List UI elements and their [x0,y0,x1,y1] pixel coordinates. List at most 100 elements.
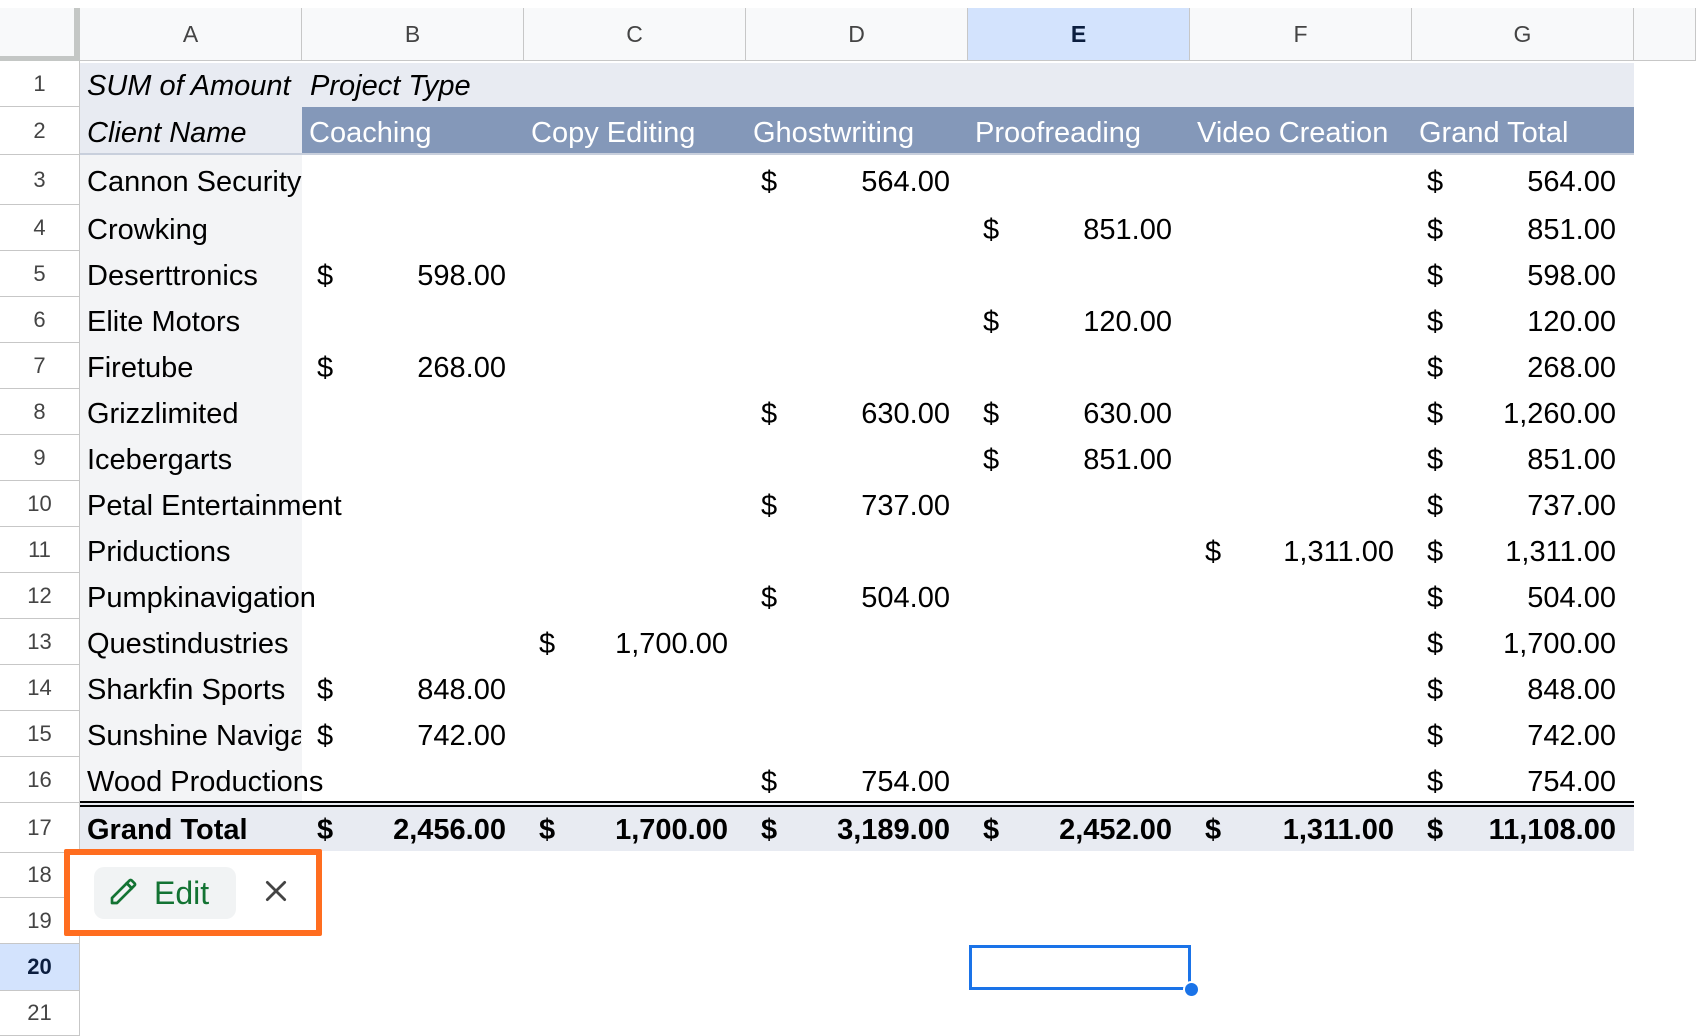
row-header-3[interactable]: 3 [0,155,80,205]
amount-value: 598.00 [1527,259,1616,292]
amount-value: 564.00 [1527,165,1616,198]
client-name: Cannon Security [87,165,302,198]
currency-symbol: $ [317,259,334,292]
fill-handle[interactable] [1183,981,1200,998]
currency-symbol: $ [761,765,778,798]
currency-symbol: $ [761,581,778,614]
client-name: Elite Motors [87,305,241,338]
currency-symbol: $ [539,627,556,660]
row-header-7[interactable]: 7 [0,343,80,389]
amount-value: 742.00 [1527,719,1616,752]
project-type-header: Proofreading [975,116,1142,149]
row-header-21[interactable]: 21 [0,991,80,1036]
selected-cell-outline [969,945,1191,990]
currency-symbol: $ [983,213,1000,246]
row-label-header: Client Name [87,116,247,149]
currency-symbol: $ [1427,627,1444,660]
column-header-a[interactable]: A [80,8,302,61]
currency-symbol: $ [761,813,778,846]
currency-symbol: $ [317,673,334,706]
grand-total-rule-1 [80,801,1634,803]
column-header-b[interactable]: B [302,8,524,61]
amount-value: 1,311.00 [1505,535,1616,568]
row-header-13[interactable]: 13 [0,619,80,665]
currency-symbol: $ [1427,581,1444,614]
amount-value: 598.00 [417,259,506,292]
row-header-14[interactable]: 14 [0,665,80,711]
currency-symbol: $ [1427,535,1444,568]
currency-symbol: $ [1427,489,1444,522]
client-name: Priductions [87,535,231,568]
amount-value: 737.00 [861,489,950,522]
project-type-header: Coaching [309,116,432,149]
currency-symbol: $ [983,813,1000,846]
currency-symbol: $ [1427,351,1444,384]
currency-symbol: $ [317,813,334,846]
row-header-2[interactable]: 2 [0,107,80,155]
row-header-16[interactable]: 16 [0,757,80,803]
row-header-17[interactable]: 17 [0,803,80,853]
amount-value: 848.00 [1527,673,1616,706]
amount-value: 851.00 [1527,213,1616,246]
grand-total-value: 11,108.00 [1488,813,1616,846]
amount-value: 120.00 [1527,305,1616,338]
amount-value: 1,311.00 [1283,535,1394,568]
pivot-title-sum: SUM of Amount [87,69,291,102]
grand-total-value: 1,311.00 [1282,813,1394,846]
amount-value: 848.00 [417,673,506,706]
currency-symbol: $ [761,165,778,198]
row-header-6[interactable]: 6 [0,297,80,343]
grand-total-value: 1,700.00 [615,813,728,846]
row-header-11[interactable]: 11 [0,527,80,573]
currency-symbol: $ [1427,443,1444,476]
currency-symbol: $ [983,443,1000,476]
column-header-c[interactable]: C [524,8,746,61]
row-header-15[interactable]: 15 [0,711,80,757]
row-header-9[interactable]: 9 [0,435,80,481]
client-name: Firetube [87,351,194,384]
amount-value: 754.00 [861,765,950,798]
row-header-12[interactable]: 12 [0,573,80,619]
amount-value: 851.00 [1083,443,1172,476]
edit-pivot-button[interactable]: Edit [94,867,236,919]
client-name: Wood Productions [87,765,324,798]
grand-total-value: 3,189.00 [837,813,950,846]
row-header-20[interactable]: 20 [0,944,80,991]
currency-symbol: $ [1427,397,1444,430]
client-name: Deserttronics [87,259,258,292]
row-header-10[interactable]: 10 [0,481,80,527]
amount-value: 737.00 [1527,489,1616,522]
currency-symbol: $ [1205,813,1222,846]
currency-symbol: $ [761,397,778,430]
client-name: Petal Entertainment [87,489,342,522]
row-header-1[interactable]: 1 [0,61,80,107]
column-header-e[interactable]: E [968,8,1190,61]
amount-value: 630.00 [1083,397,1172,430]
amount-value: 1,260.00 [1503,397,1616,430]
row-header-5[interactable]: 5 [0,251,80,297]
amount-value: 742.00 [417,719,506,752]
pencil-icon [108,875,140,912]
currency-symbol: $ [1427,213,1444,246]
column-header-d[interactable]: D [746,8,968,61]
column-header-f[interactable]: F [1190,8,1412,61]
close-button[interactable] [258,875,294,911]
row-header-8[interactable]: 8 [0,389,80,435]
client-name: Crowking [87,213,208,246]
amount-value: 268.00 [417,351,506,384]
row-header-4[interactable]: 4 [0,205,80,251]
amount-value: 1,700.00 [615,627,728,660]
currency-symbol: $ [317,351,334,384]
client-name: Icebergarts [87,443,233,476]
column-header-g[interactable]: G [1412,8,1634,61]
amount-value: 120.00 [1083,305,1172,338]
amount-value: 504.00 [861,581,950,614]
currency-symbol: $ [1427,305,1444,338]
currency-symbol: $ [983,397,1000,430]
currency-symbol: $ [1427,259,1444,292]
client-name: Pumpkinavigation [87,581,316,614]
select-all-corner[interactable] [0,8,80,61]
spreadsheet-grid[interactable]: ABCDEFG 1 2 3 4 5 6 7 8 9 10 11 12 13 14 15 16 17 18 19 20 2… [0,0,1696,1036]
currency-symbol: $ [1427,765,1444,798]
project-type-header: Copy Editing [531,116,696,149]
